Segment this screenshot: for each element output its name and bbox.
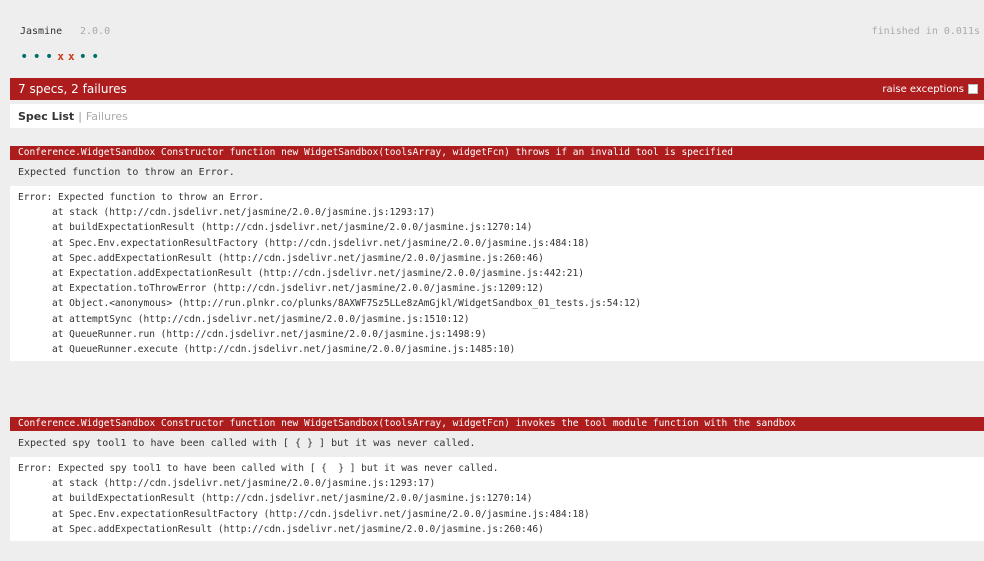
stack-line: at Expectation.toThrowError (http://cdn.…	[52, 283, 544, 295]
spec-list-tab[interactable]: Spec List	[18, 110, 74, 123]
menu-separator: |	[78, 109, 82, 123]
app-title: Jasmine	[20, 26, 63, 37]
stack-line: at QueueRunner.execute (http://cdn.jsdel…	[52, 344, 516, 356]
passed-spec-symbol[interactable]: •	[20, 50, 28, 64]
results-summary-bar: 7 specs, 2 failures raise exceptions	[10, 78, 984, 100]
stack-line: at buildExpectationResult (http://cdn.js…	[52, 222, 533, 234]
failure-detail: Conference.WidgetSandbox Constructor fun…	[10, 146, 984, 362]
stack-line: at stack (http://cdn.jsdelivr.net/jasmin…	[52, 478, 436, 490]
stack-trace: Error: Expected function to throw an Err…	[10, 186, 984, 362]
passed-spec-symbol[interactable]: •	[45, 50, 53, 64]
failure-message: Expected spy tool1 to have been called w…	[10, 431, 984, 457]
failed-spec-symbol[interactable]: x	[57, 50, 64, 64]
passed-spec-symbol[interactable]: •	[91, 50, 99, 64]
stack-line: at Spec.addExpectationResult (http://cdn…	[52, 252, 544, 264]
failure-detail: Conference.WidgetSandbox Constructor fun…	[10, 417, 984, 542]
stack-line: at Spec.Env.expectationResultFactory (ht…	[52, 508, 590, 520]
failure-description[interactable]: Conference.WidgetSandbox Constructor fun…	[10, 146, 984, 160]
spec-symbol-summary: • • • x x • •	[20, 50, 103, 64]
stack-line: Error: Expected spy tool1 to have been c…	[18, 463, 499, 474]
stack-line: at Spec.addExpectationResult (http://cdn…	[52, 523, 544, 535]
stack-line: at Expectation.addExpectationResult (htt…	[52, 268, 584, 280]
results-menu: Spec List | Failures	[10, 104, 984, 128]
stack-line: at Spec.Env.expectationResultFactory (ht…	[52, 237, 590, 249]
failure-message: Expected function to throw an Error.	[10, 160, 984, 186]
app-version: 2.0.0	[80, 26, 111, 37]
stack-line: Error: Expected function to throw an Err…	[18, 192, 264, 203]
failure-description[interactable]: Conference.WidgetSandbox Constructor fun…	[10, 417, 984, 431]
passed-spec-symbol[interactable]: •	[32, 50, 40, 64]
raise-exceptions-label: raise exceptions	[882, 83, 964, 95]
jasmine-banner: Jasmine 2.0.0 finished in 0.011s • • • x…	[10, 6, 984, 70]
stack-line: at buildExpectationResult (http://cdn.js…	[52, 493, 533, 505]
stack-line: at QueueRunner.run (http://cdn.jsdelivr.…	[52, 328, 487, 340]
failures-tab[interactable]: Failures	[86, 110, 128, 123]
raise-exceptions-checkbox[interactable]	[968, 84, 978, 94]
stack-line: at attemptSync (http://cdn.jsdelivr.net/…	[52, 313, 470, 325]
stack-line: at Object.<anonymous> (http://run.plnkr.…	[52, 298, 642, 310]
results-summary-text: 7 specs, 2 failures	[18, 82, 127, 96]
failed-spec-symbol[interactable]: x	[68, 50, 75, 64]
duration-text: finished in 0.011s	[871, 26, 980, 37]
raise-exceptions-toggle[interactable]: raise exceptions	[882, 84, 978, 95]
stack-trace: Error: Expected spy tool1 to have been c…	[10, 457, 984, 542]
passed-spec-symbol[interactable]: •	[79, 50, 87, 64]
stack-line: at stack (http://cdn.jsdelivr.net/jasmin…	[52, 207, 436, 219]
